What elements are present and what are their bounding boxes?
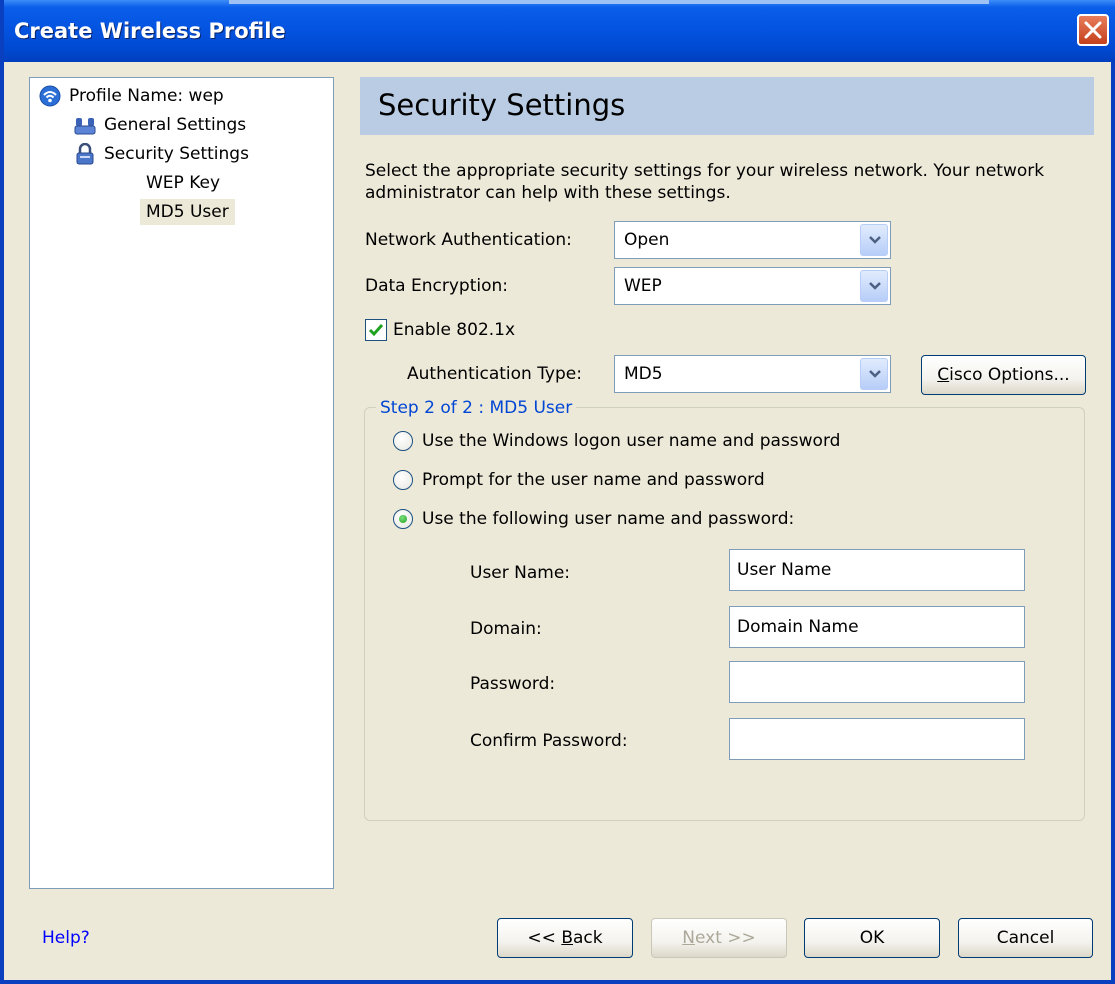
page-title: Security Settings: [378, 88, 626, 122]
chevron-down-icon[interactable]: [860, 270, 888, 302]
help-link[interactable]: Help?: [42, 928, 90, 948]
section-header: Security Settings: [360, 77, 1094, 135]
title-bar[interactable]: Create Wireless Profile: [4, 0, 1115, 62]
enable-8021x-label[interactable]: Enable 802.1x: [393, 320, 515, 340]
confirm-password-label: Confirm Password:: [470, 731, 628, 751]
tree-item-general-settings[interactable]: General Settings: [74, 112, 246, 138]
user-name-label: User Name:: [470, 563, 571, 583]
tree-item-label: Profile Name: wep: [69, 86, 224, 106]
data-encryption-label: Data Encryption:: [365, 276, 508, 296]
tree-item-profile-name[interactable]: Profile Name: wep: [39, 83, 224, 109]
description-text: Select the appropriate security settings…: [365, 161, 1045, 203]
radio-prompt[interactable]: [393, 470, 413, 490]
button-label: ack: [572, 928, 603, 948]
window-title: Create Wireless Profile: [14, 19, 286, 43]
tree-item-label: MD5 User: [146, 202, 229, 222]
chevron-down-icon[interactable]: [860, 358, 888, 390]
title-bar-highlight: [229, 0, 989, 4]
password-input[interactable]: [730, 662, 1024, 702]
network-authentication-select[interactable]: Open: [614, 221, 891, 259]
wireless-icon: [39, 85, 61, 107]
domain-label: Domain:: [470, 619, 542, 639]
close-button[interactable]: [1077, 14, 1109, 46]
cisco-options-button[interactable]: Cisco Options...: [921, 355, 1086, 395]
radio-prompt-label[interactable]: Prompt for the user name and password: [422, 470, 765, 490]
profile-tree[interactable]: Profile Name: wep General Settings Secur…: [29, 77, 334, 889]
data-encryption-select[interactable]: WEP: [614, 267, 891, 305]
dialog-window: Create Wireless Profile Profile Name: we…: [0, 0, 1115, 984]
next-button[interactable]: Next >>: [651, 918, 787, 958]
network-authentication-value: Open: [624, 230, 670, 250]
domain-input[interactable]: [730, 607, 1024, 647]
accelerator-key: N: [682, 928, 695, 948]
groupbox-legend: Step 2 of 2 : MD5 User: [376, 398, 577, 418]
lock-icon: [74, 142, 96, 165]
user-name-field[interactable]: [729, 549, 1025, 591]
password-field[interactable]: [729, 661, 1025, 703]
domain-field[interactable]: [729, 606, 1025, 648]
users-icon: [74, 114, 96, 136]
authentication-type-value: MD5: [624, 364, 663, 384]
tree-item-label: General Settings: [104, 115, 247, 135]
radio-windows-logon[interactable]: [393, 431, 413, 451]
confirm-password-field[interactable]: [729, 718, 1025, 760]
user-name-input[interactable]: [730, 550, 1024, 590]
network-authentication-label: Network Authentication:: [365, 230, 572, 250]
tree-item-wep-key[interactable]: WEP Key: [146, 170, 220, 196]
accelerator-key: C: [937, 365, 950, 385]
data-encryption-value: WEP: [624, 276, 662, 296]
button-label: OK: [859, 928, 885, 948]
button-label: ext >>: [694, 928, 756, 948]
back-button[interactable]: << Back: [497, 918, 633, 958]
tree-item-label: Security Settings: [104, 144, 249, 164]
enable-8021x-checkbox[interactable]: [365, 319, 387, 341]
button-label: Cancel: [996, 928, 1055, 948]
cancel-button[interactable]: Cancel: [958, 918, 1093, 958]
button-label: isco Options...: [949, 365, 1070, 385]
authentication-type-select[interactable]: MD5: [614, 355, 891, 393]
accelerator-key: B: [561, 928, 573, 948]
button-label: <<: [527, 928, 562, 948]
password-label: Password:: [470, 674, 556, 694]
radio-windows-logon-label[interactable]: Use the Windows logon user name and pass…: [422, 431, 840, 451]
tree-item-security-settings[interactable]: Security Settings: [74, 141, 249, 167]
radio-use-following-label[interactable]: Use the following user name and password…: [422, 509, 794, 529]
authentication-type-label: Authentication Type:: [407, 364, 582, 384]
tree-item-label: WEP Key: [146, 173, 221, 193]
checkmark-icon: [368, 324, 384, 337]
confirm-password-input[interactable]: [730, 719, 1024, 759]
radio-use-following[interactable]: [393, 509, 413, 529]
ok-button[interactable]: OK: [804, 918, 940, 958]
chevron-down-icon[interactable]: [860, 224, 888, 256]
tree-item-md5-user[interactable]: MD5 User: [140, 199, 235, 225]
